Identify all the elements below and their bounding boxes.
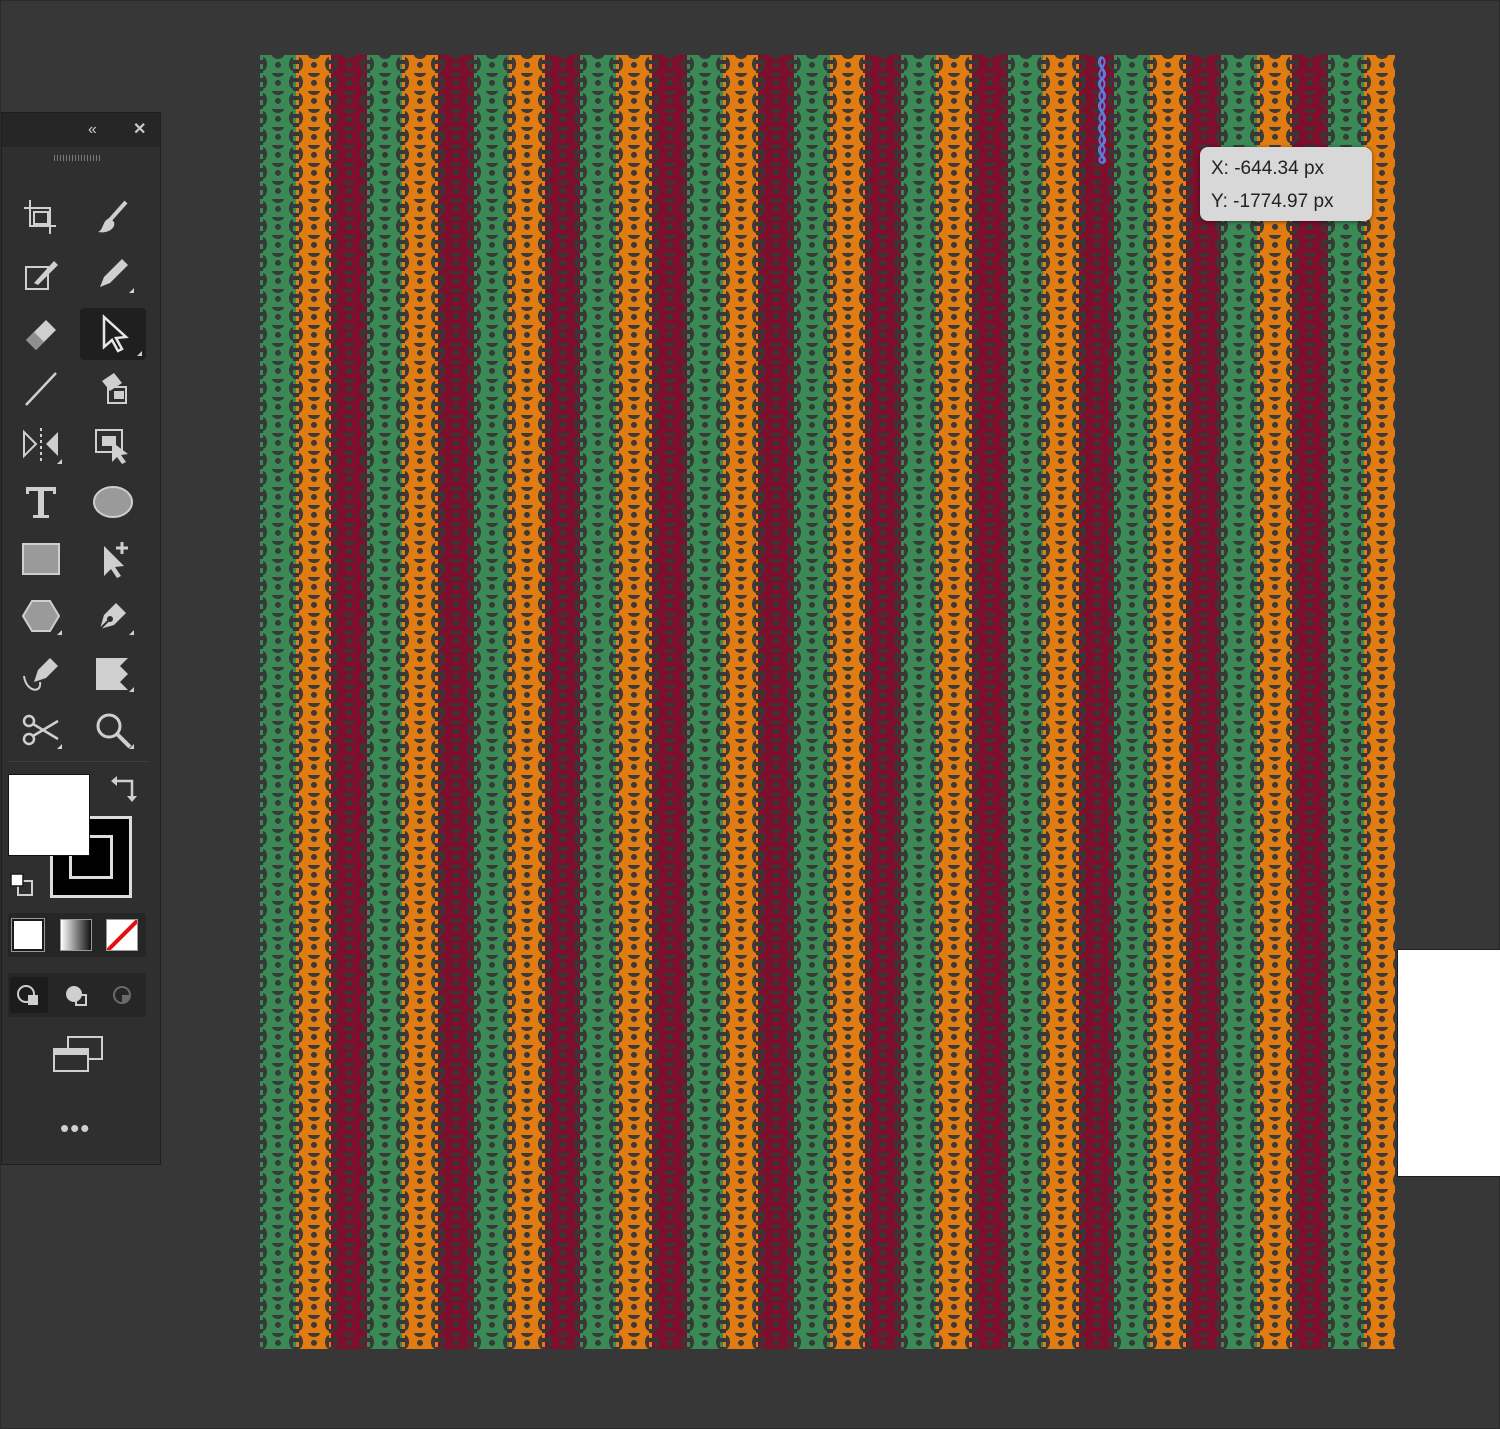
pattern-stripe-red[interactable] — [441, 55, 471, 1349]
selected-path-outline[interactable] — [1091, 55, 1113, 165]
edit-toolbar-button[interactable]: ••• — [60, 1115, 90, 1141]
shape-builder-icon[interactable] — [88, 650, 138, 696]
pattern-stripe-orange[interactable] — [939, 55, 969, 1349]
gradient-mode-button[interactable] — [60, 919, 92, 951]
draw-behind-icon[interactable] — [58, 977, 96, 1013]
pattern-artwork[interactable] — [259, 55, 1395, 1349]
pattern-stripe-orange[interactable] — [833, 55, 863, 1349]
pattern-stripe-green[interactable] — [370, 55, 400, 1349]
pattern-stripe-red[interactable] — [761, 55, 791, 1349]
pattern-stripe-green[interactable] — [1331, 55, 1361, 1349]
tools-panel-header[interactable]: « ✕ — [2, 113, 160, 147]
rectangle-icon[interactable] — [16, 536, 66, 582]
eraser-icon[interactable] — [16, 308, 66, 354]
pattern-stripe-red[interactable] — [1082, 55, 1112, 1349]
draw-inside-icon[interactable] — [104, 977, 142, 1013]
zoom-icon[interactable] — [88, 707, 138, 753]
ellipse-icon[interactable] — [88, 479, 138, 525]
pattern-stripe-green[interactable] — [477, 55, 507, 1349]
pattern-stripe-red[interactable] — [1189, 55, 1219, 1349]
type-icon[interactable] — [16, 479, 66, 525]
add-anchor-point-icon[interactable] — [88, 536, 138, 582]
coordinate-tooltip: X: -644.34 px Y: -1774.97 px — [1200, 147, 1372, 221]
adjacent-artboard[interactable] — [1397, 949, 1500, 1177]
pattern-stripe-green[interactable] — [1117, 55, 1147, 1349]
pattern-stripe-green[interactable] — [904, 55, 934, 1349]
paintbrush-icon[interactable] — [88, 194, 138, 240]
none-mode-button[interactable] — [106, 919, 138, 951]
pattern-stripe-orange[interactable] — [1260, 55, 1290, 1349]
tooltip-y: Y: -1774.97 px — [1211, 191, 1334, 212]
pattern-stripe-red[interactable] — [334, 55, 364, 1349]
polygon-icon[interactable] — [16, 593, 66, 639]
panel-grip[interactable] — [54, 155, 100, 161]
free-transform-icon[interactable] — [88, 422, 138, 468]
pattern-stripe-orange[interactable] — [405, 55, 435, 1349]
canvas-area[interactable]: X: -644.34 px Y: -1774.97 px « ✕ ••• — [0, 0, 1500, 1429]
pattern-stripe-red[interactable] — [655, 55, 685, 1349]
artboard-icon[interactable] — [16, 194, 66, 240]
shaper-icon[interactable] — [16, 251, 66, 297]
curvature-icon[interactable] — [16, 650, 66, 696]
pen-icon[interactable] — [88, 593, 138, 639]
tools-panel: « ✕ ••• — [1, 112, 161, 1165]
screen-mode-icon[interactable] — [50, 1035, 106, 1075]
fill-color-swatch[interactable] — [8, 774, 90, 856]
draw-mode-row — [8, 973, 146, 1017]
draw-normal-icon[interactable] — [10, 977, 48, 1013]
color-mode-button[interactable] — [11, 918, 45, 952]
scissors-icon[interactable] — [16, 707, 66, 753]
color-mode-row — [8, 913, 146, 957]
swap-fill-stroke-icon[interactable] — [108, 773, 142, 807]
pattern-stripe-green[interactable] — [690, 55, 720, 1349]
default-fill-stroke-icon[interactable] — [8, 871, 36, 899]
pattern-stripe-orange[interactable] — [726, 55, 756, 1349]
pattern-stripe-red[interactable] — [868, 55, 898, 1349]
pattern-stripe-red[interactable] — [975, 55, 1005, 1349]
live-paint-bucket-icon[interactable] — [88, 365, 138, 411]
double-chevron-left-icon[interactable]: « — [88, 121, 97, 139]
line-segment-icon[interactable] — [16, 365, 66, 411]
tooltip-x: X: -644.34 px — [1211, 158, 1325, 179]
pattern-stripe-orange[interactable] — [1153, 55, 1183, 1349]
pattern-stripe-green[interactable] — [263, 55, 293, 1349]
pattern-stripe-orange[interactable] — [1046, 55, 1076, 1349]
pattern-stripe-red[interactable] — [548, 55, 578, 1349]
pattern-stripe-orange[interactable] — [299, 55, 329, 1349]
pattern-stripe-red[interactable] — [1295, 55, 1325, 1349]
pattern-stripe-green[interactable] — [797, 55, 827, 1349]
pattern-stripe-green[interactable] — [583, 55, 613, 1349]
pattern-stripe-orange[interactable] — [619, 55, 649, 1349]
direct-selection-arrow-icon[interactable] — [80, 308, 146, 360]
close-icon[interactable]: ✕ — [133, 121, 146, 139]
pattern-stripe-orange[interactable] — [512, 55, 542, 1349]
reflect-icon[interactable] — [16, 422, 66, 468]
pattern-stripe-green[interactable] — [1011, 55, 1041, 1349]
pencil-icon[interactable] — [88, 251, 138, 297]
pattern-stripe-orange[interactable] — [1367, 55, 1395, 1349]
pattern-stripe-green[interactable] — [1224, 55, 1254, 1349]
divider — [8, 761, 148, 762]
